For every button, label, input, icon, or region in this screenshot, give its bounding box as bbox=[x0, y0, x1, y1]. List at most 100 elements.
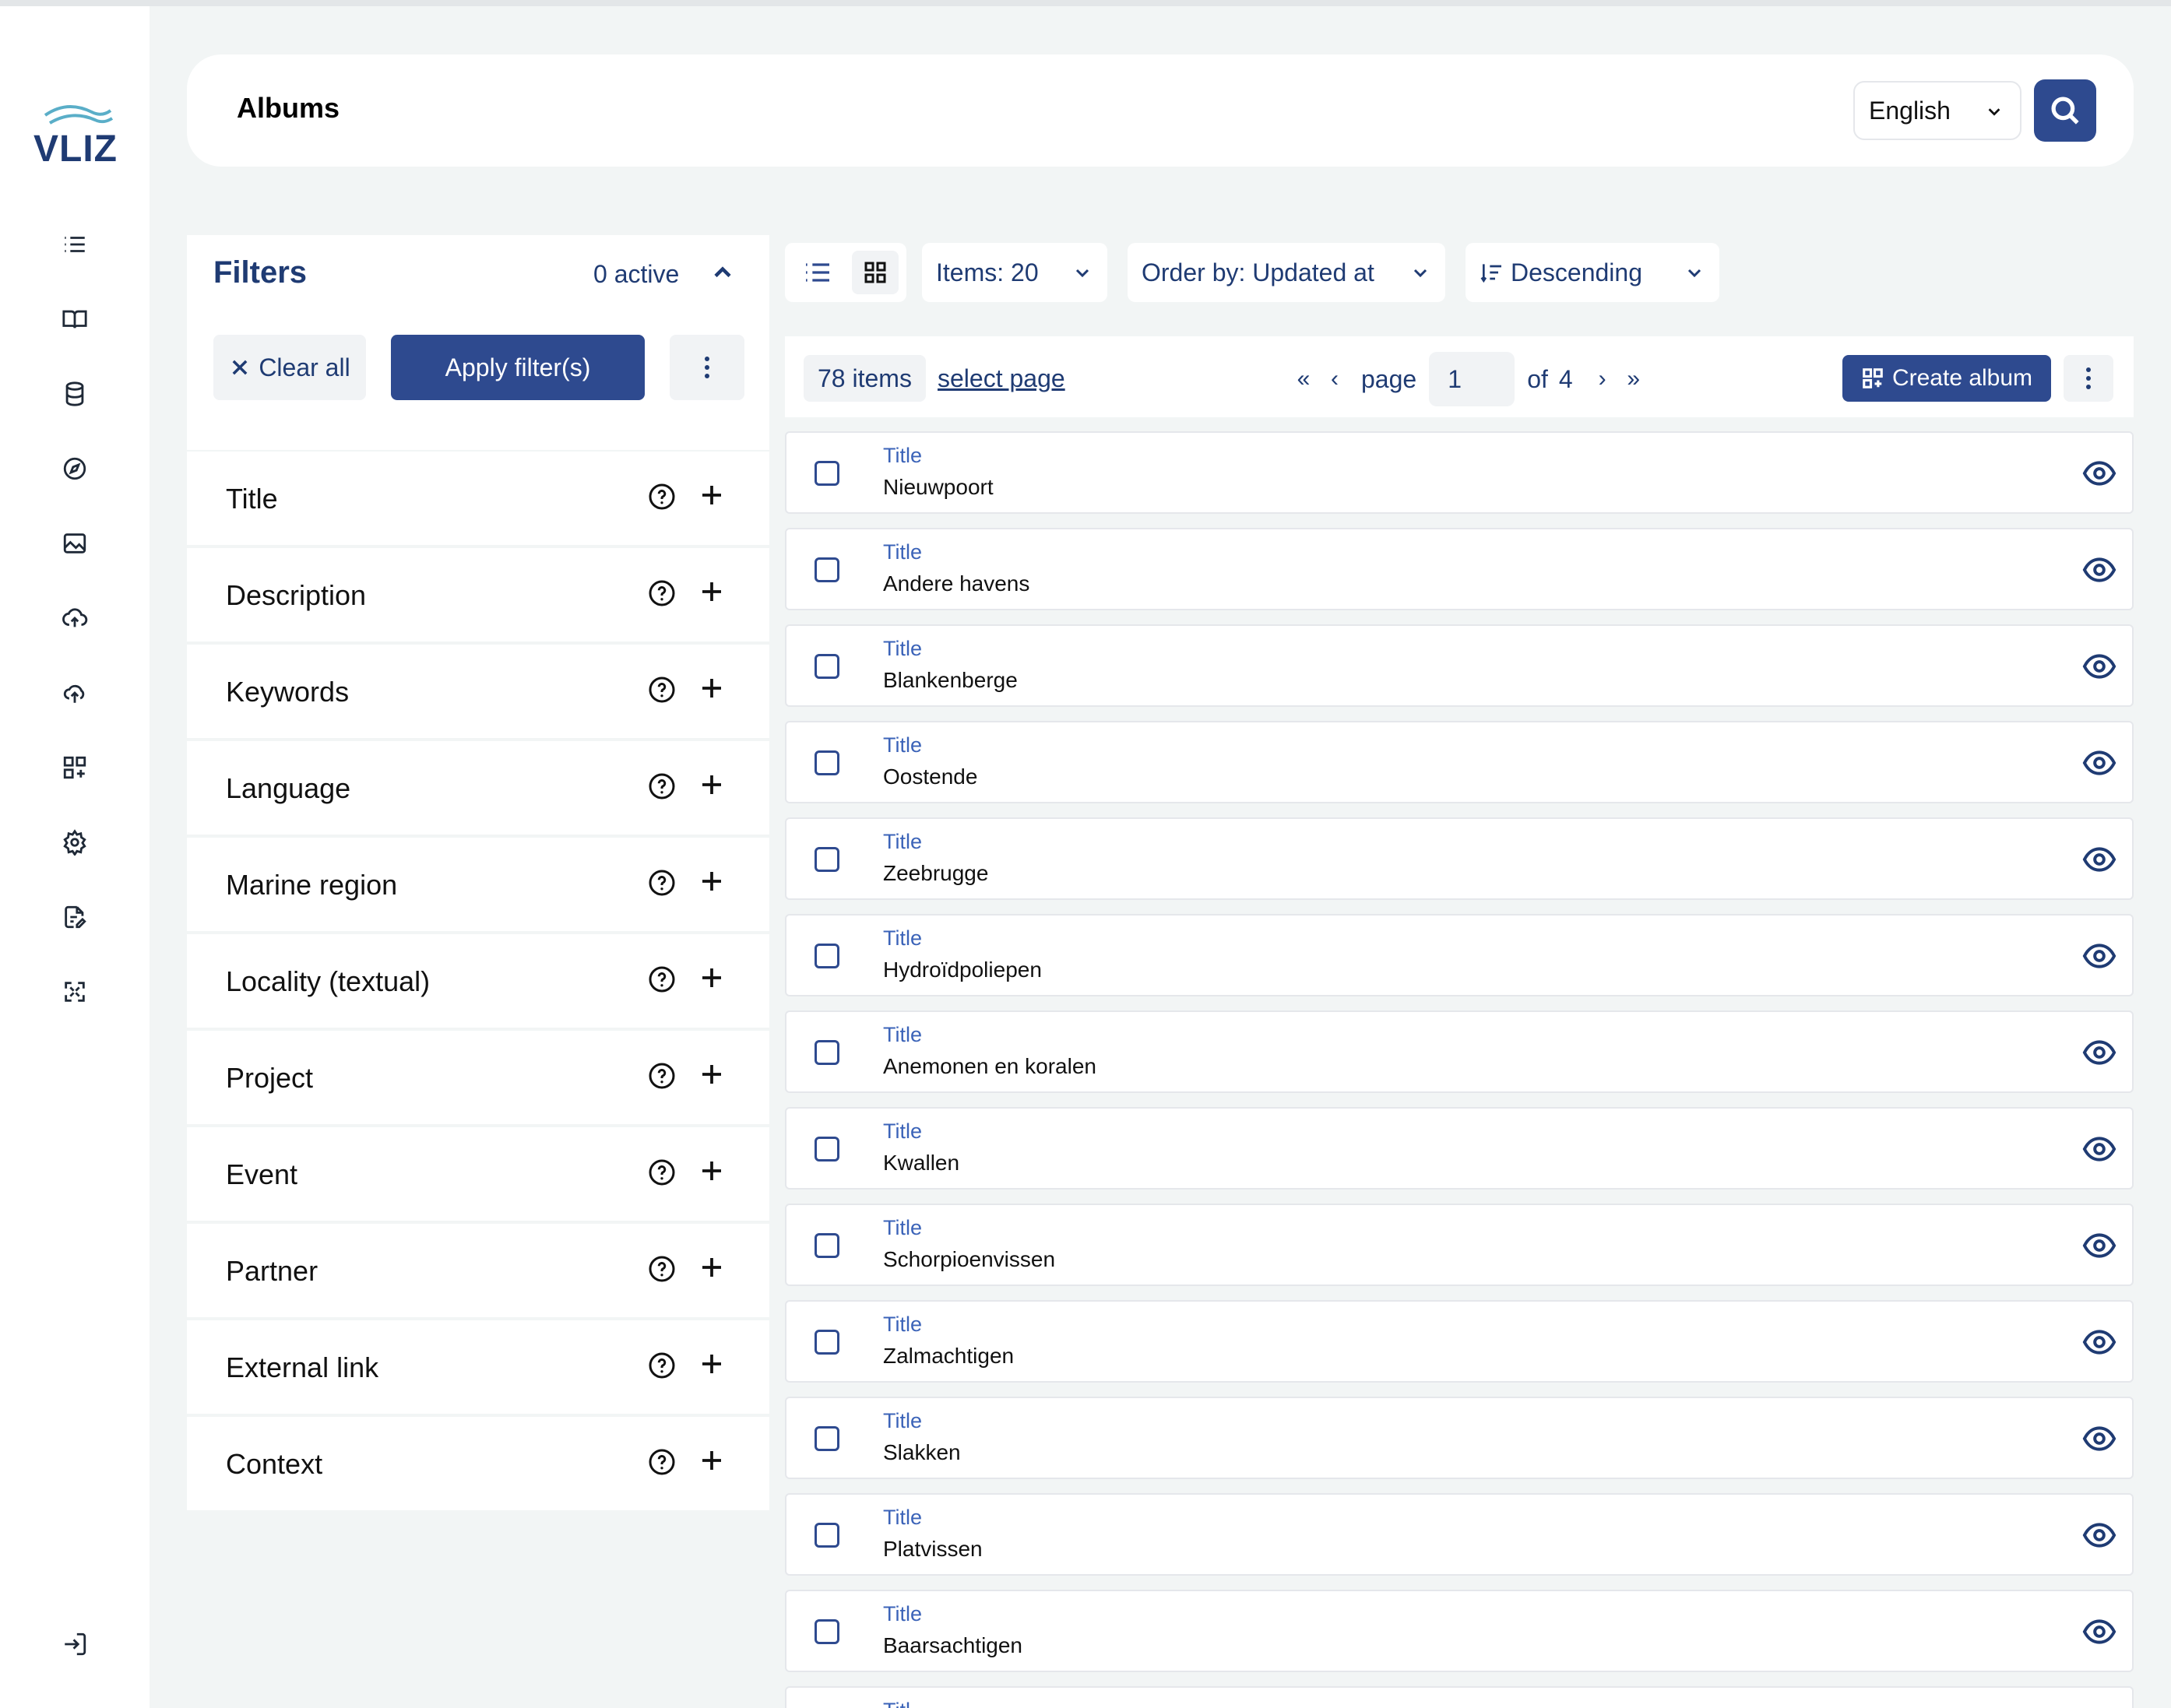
sidebar-item-explore[interactable] bbox=[59, 453, 90, 484]
help-circle-icon[interactable] bbox=[648, 869, 676, 897]
album-row[interactable]: Title Zalmachtigen bbox=[785, 1300, 2134, 1383]
album-row[interactable]: Title Nieuwpoort bbox=[785, 431, 2134, 514]
vliz-logo[interactable]: VLIZ bbox=[30, 98, 121, 170]
filter-item[interactable]: Language bbox=[187, 741, 769, 835]
help-circle-icon[interactable] bbox=[648, 1158, 676, 1186]
language-select[interactable]: English bbox=[1853, 81, 2021, 140]
chevron-up-icon[interactable] bbox=[709, 258, 737, 286]
sidebar-item-upload[interactable] bbox=[59, 677, 90, 708]
filter-item[interactable]: Marine region bbox=[187, 838, 769, 931]
filter-item[interactable]: Description bbox=[187, 548, 769, 641]
help-circle-icon[interactable] bbox=[648, 1255, 676, 1283]
album-row[interactable]: Title Platvissen bbox=[785, 1493, 2134, 1576]
plus-icon[interactable] bbox=[698, 481, 726, 509]
plus-icon[interactable] bbox=[698, 771, 726, 799]
filters-more-button[interactable] bbox=[670, 335, 744, 400]
row-checkbox[interactable] bbox=[815, 1426, 839, 1451]
eye-icon[interactable] bbox=[2082, 458, 2116, 489]
sidebar-item-cloud-upload[interactable] bbox=[59, 603, 90, 634]
row-checkbox[interactable] bbox=[815, 1523, 839, 1548]
plus-icon[interactable] bbox=[698, 1157, 726, 1185]
plus-icon[interactable] bbox=[698, 1253, 726, 1281]
plus-icon[interactable] bbox=[698, 578, 726, 606]
grid-view-button[interactable] bbox=[852, 251, 899, 294]
album-row[interactable]: Title Slakken bbox=[785, 1397, 2134, 1479]
sidebar-item-list[interactable] bbox=[59, 229, 90, 260]
filter-item[interactable]: Keywords bbox=[187, 645, 769, 738]
list-view-icon[interactable] bbox=[802, 257, 833, 288]
album-row[interactable]: Title Oostende bbox=[785, 721, 2134, 803]
plus-icon[interactable] bbox=[698, 964, 726, 992]
help-circle-icon[interactable] bbox=[648, 1062, 676, 1090]
row-checkbox[interactable] bbox=[815, 654, 839, 679]
create-album-button[interactable]: Create album bbox=[1842, 355, 2051, 402]
eye-icon[interactable] bbox=[2082, 940, 2116, 972]
sidebar-item-images[interactable] bbox=[59, 528, 90, 559]
sidebar-item-expand[interactable] bbox=[59, 976, 90, 1007]
row-checkbox[interactable] bbox=[815, 557, 839, 582]
eye-icon[interactable] bbox=[2082, 844, 2116, 875]
row-checkbox[interactable] bbox=[815, 944, 839, 968]
filter-item[interactable]: Context bbox=[187, 1417, 769, 1510]
page-number-input[interactable]: 1 bbox=[1429, 352, 1515, 406]
apply-filters-button[interactable]: Apply filter(s) bbox=[391, 335, 645, 400]
filter-item[interactable]: Partner bbox=[187, 1224, 769, 1317]
row-checkbox[interactable] bbox=[815, 847, 839, 872]
sidebar-item-albums[interactable] bbox=[59, 752, 90, 783]
help-circle-icon[interactable] bbox=[648, 1351, 676, 1379]
filter-item[interactable]: Title bbox=[187, 452, 769, 545]
album-row[interactable]: Title Schorpioenvissen bbox=[785, 1204, 2134, 1286]
eye-icon[interactable] bbox=[2082, 1616, 2116, 1647]
eye-icon[interactable] bbox=[2082, 554, 2116, 585]
plus-icon[interactable] bbox=[698, 1446, 726, 1474]
sort-direction-select[interactable]: Descending bbox=[1466, 243, 1719, 302]
eye-icon[interactable] bbox=[2082, 1423, 2116, 1454]
help-circle-icon[interactable] bbox=[648, 1448, 676, 1476]
filter-item[interactable]: Project bbox=[187, 1031, 769, 1124]
eye-icon[interactable] bbox=[2082, 1133, 2116, 1165]
row-checkbox[interactable] bbox=[815, 1233, 839, 1258]
row-checkbox[interactable] bbox=[815, 461, 839, 486]
row-checkbox[interactable] bbox=[815, 1330, 839, 1355]
album-row[interactable]: Title Baarsachtigen bbox=[785, 1590, 2134, 1672]
plus-icon[interactable] bbox=[698, 674, 726, 702]
row-checkbox[interactable] bbox=[815, 750, 839, 775]
last-page-icon[interactable]: » bbox=[1618, 366, 1649, 392]
select-page-link[interactable]: select page bbox=[938, 364, 1065, 393]
eye-icon[interactable] bbox=[2082, 1037, 2116, 1068]
row-checkbox[interactable] bbox=[815, 1619, 839, 1644]
plus-icon[interactable] bbox=[698, 1350, 726, 1378]
album-row[interactable]: Title Anemonen en koralen bbox=[785, 1010, 2134, 1093]
eye-icon[interactable] bbox=[2082, 747, 2116, 778]
eye-icon[interactable] bbox=[2082, 1327, 2116, 1358]
help-circle-icon[interactable] bbox=[648, 676, 676, 704]
album-row[interactable]: Titl bbox=[785, 1686, 2134, 1708]
filter-item[interactable]: External link bbox=[187, 1320, 769, 1414]
album-row[interactable]: Title Andere havens bbox=[785, 528, 2134, 610]
row-checkbox[interactable] bbox=[815, 1040, 839, 1065]
next-page-icon[interactable]: › bbox=[1587, 366, 1618, 392]
order-by-select[interactable]: Order by: Updated at bbox=[1128, 243, 1445, 302]
previous-page-icon[interactable]: ‹ bbox=[1319, 366, 1350, 392]
results-more-button[interactable] bbox=[2064, 355, 2113, 402]
clear-all-button[interactable]: Clear all bbox=[213, 335, 366, 400]
filter-item[interactable]: Event bbox=[187, 1127, 769, 1221]
filter-item[interactable]: Locality (textual) bbox=[187, 934, 769, 1028]
eye-icon[interactable] bbox=[2082, 651, 2116, 682]
help-circle-icon[interactable] bbox=[648, 579, 676, 607]
search-button[interactable] bbox=[2034, 79, 2096, 142]
plus-icon[interactable] bbox=[698, 1060, 726, 1088]
eye-icon[interactable] bbox=[2082, 1230, 2116, 1261]
first-page-icon[interactable]: « bbox=[1288, 366, 1319, 392]
sidebar-item-catalogue[interactable] bbox=[59, 304, 90, 335]
album-row[interactable]: Title Hydroïdpoliepen bbox=[785, 914, 2134, 996]
sidebar-item-document-edit[interactable] bbox=[59, 901, 90, 933]
help-circle-icon[interactable] bbox=[648, 965, 676, 993]
plus-icon[interactable] bbox=[698, 867, 726, 895]
row-checkbox[interactable] bbox=[815, 1137, 839, 1162]
album-row[interactable]: Title Blankenberge bbox=[785, 624, 2134, 707]
album-row[interactable]: Title Kwallen bbox=[785, 1107, 2134, 1190]
eye-icon[interactable] bbox=[2082, 1520, 2116, 1551]
help-circle-icon[interactable] bbox=[648, 772, 676, 800]
items-per-page-select[interactable]: Items: 20 bbox=[922, 243, 1107, 302]
